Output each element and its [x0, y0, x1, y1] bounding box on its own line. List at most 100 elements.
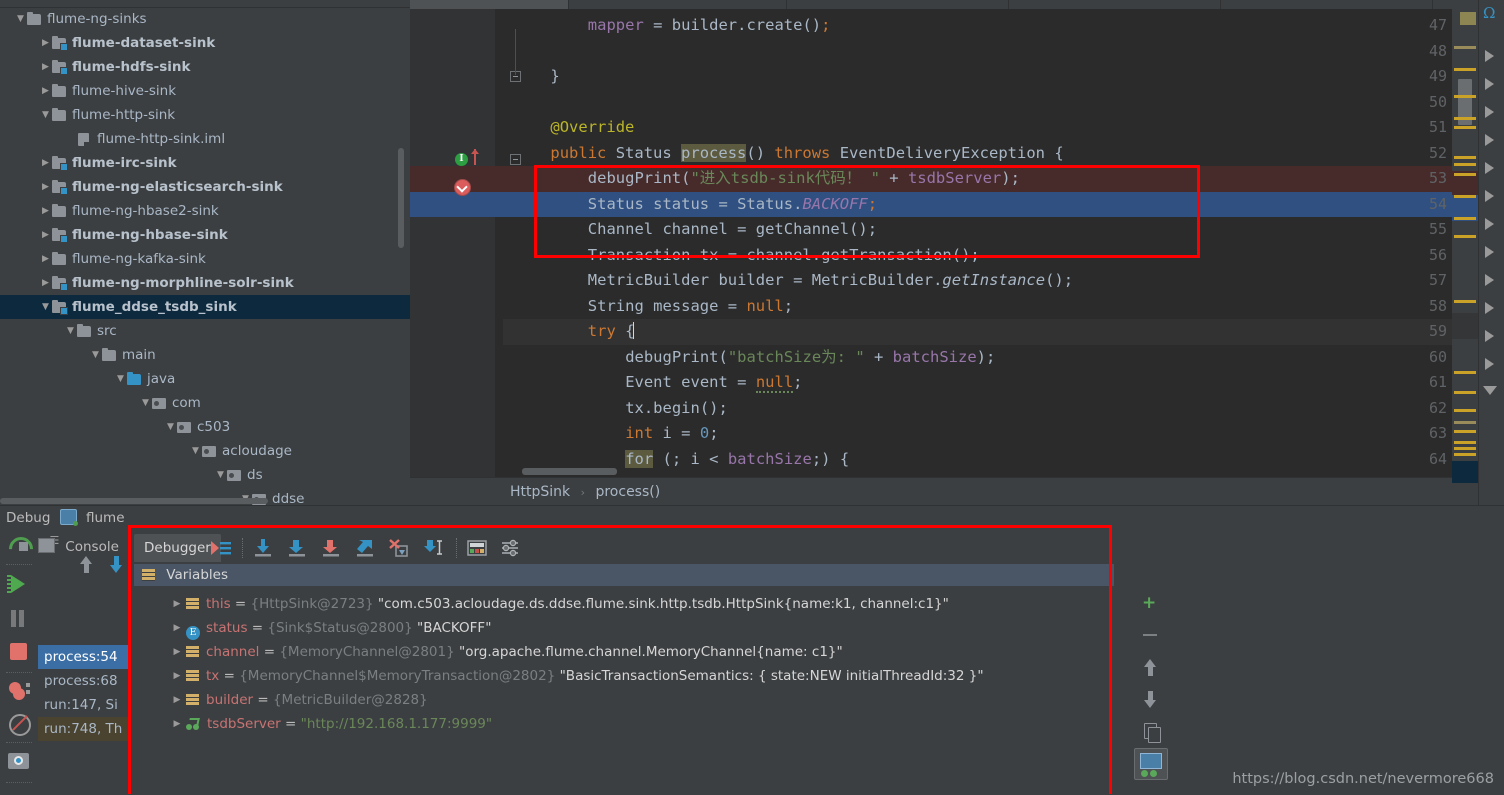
- expand-chevron-icon[interactable]: ▶: [168, 640, 186, 664]
- stripe-marker[interactable]: [1454, 46, 1476, 49]
- tree-item[interactable]: ▼ c503: [0, 415, 410, 439]
- tree-item[interactable]: ▼ flume-http-sink: [0, 103, 410, 127]
- editor-tab[interactable]: [1008, 0, 1221, 9]
- tree-item[interactable]: ▶ flume-dataset-sink: [0, 31, 410, 55]
- variable-row[interactable]: ▶ channel = {MemoryChannel@2801} "org.apa…: [168, 640, 843, 664]
- tree-item[interactable]: ▼ ds: [0, 463, 410, 487]
- chevron-right-icon[interactable]: ▶: [39, 79, 52, 103]
- frame-down-icon[interactable]: [110, 565, 122, 573]
- rerun-button[interactable]: [4, 532, 38, 566]
- collapse-arrow-icon[interactable]: [1485, 50, 1494, 62]
- code-editor[interactable]: 47 48 49 50 51 52 53 54 55 56 57 58 59 60 61 62 63 64 map…: [410, 9, 1504, 477]
- stripe-marker[interactable]: [1454, 300, 1476, 303]
- remove-watch-button[interactable]: [1138, 622, 1164, 648]
- stop-button[interactable]: [4, 638, 34, 666]
- frames-panel[interactable]: ▾☰ process:54process:68run:147, Sirun:74…: [38, 530, 158, 795]
- collapse-arrow-icon[interactable]: [1485, 218, 1494, 230]
- expand-chevron-icon[interactable]: ▶: [168, 592, 186, 616]
- inspection-status-icon[interactable]: [1460, 12, 1476, 25]
- stripe-marker[interactable]: [1454, 163, 1476, 166]
- stripe-marker[interactable]: [1454, 156, 1476, 159]
- chevron-down-icon[interactable]: ▼: [164, 415, 177, 439]
- breadcrumb-method[interactable]: process(): [595, 484, 660, 500]
- chevron-right-icon[interactable]: ▶: [39, 223, 52, 247]
- tree-horizontal-scrollbar[interactable]: [0, 498, 268, 504]
- collapse-arrow-icon[interactable]: [1485, 330, 1494, 342]
- tree-item[interactable]: ▼ java: [0, 367, 410, 391]
- collapse-arrow-icon[interactable]: [1485, 358, 1494, 370]
- code-line[interactable]: debugPrint("进入tsdb-sink代码！ " + tsdbServe…: [588, 166, 1020, 192]
- debug-tab-row[interactable]: Console Debugger: [38, 530, 1504, 564]
- chevron-right-icon[interactable]: ▶: [39, 271, 52, 295]
- stripe-marker[interactable]: [1454, 117, 1476, 120]
- mute-breakpoints-button[interactable]: [4, 710, 34, 738]
- stripe-marker[interactable]: [1454, 195, 1476, 198]
- chevron-down-icon[interactable]: ▼: [64, 319, 77, 343]
- move-watch-down-button[interactable]: [1138, 686, 1164, 712]
- expand-chevron-icon[interactable]: ▶: [168, 688, 186, 712]
- collapse-arrow-icon[interactable]: [1485, 106, 1494, 118]
- editor-tab[interactable]: [786, 0, 1009, 9]
- resume-program-button[interactable]: [4, 570, 34, 598]
- stripe-marker[interactable]: [1454, 430, 1476, 433]
- code-line[interactable]: Transaction tx = channel.getTransaction(…: [588, 243, 980, 269]
- code-line[interactable]: Event event = null;: [625, 370, 803, 396]
- move-watch-up-button[interactable]: [1138, 654, 1164, 680]
- chevron-down-icon[interactable]: ▼: [214, 463, 227, 487]
- collapse-arrow-icon[interactable]: [1485, 274, 1494, 286]
- chevron-down-icon[interactable]: ▼: [14, 7, 27, 31]
- stripe-marker[interactable]: [1454, 421, 1476, 424]
- implementing-method-icon[interactable]: I: [455, 153, 468, 166]
- collapse-arrow-icon[interactable]: [1485, 134, 1494, 146]
- stack-frame-item[interactable]: process:54: [38, 645, 130, 669]
- stack-frame-item[interactable]: run:147, Si: [38, 693, 130, 717]
- watches-toggle-button[interactable]: [1134, 748, 1168, 780]
- expand-chevron-icon[interactable]: ▶: [168, 712, 186, 736]
- code-line[interactable]: debugPrint("batchSize为: " + batchSize);: [625, 345, 995, 371]
- tree-item[interactable]: ▶ flume-hdfs-sink: [0, 55, 410, 79]
- code-line[interactable]: MetricBuilder builder = MetricBuilder.ge…: [588, 268, 1073, 294]
- code-line[interactable]: mapper = builder.create();: [588, 13, 831, 39]
- collapse-arrow-icon[interactable]: [1485, 246, 1494, 258]
- variable-row[interactable]: ▶ Estatus = {Sink$Status@2800} "BACKOFF": [168, 616, 491, 640]
- editor-gutter[interactable]: [410, 9, 495, 477]
- stripe-marker[interactable]: [1454, 453, 1476, 456]
- code-line[interactable]: Status status = Status.BACKOFF;: [588, 192, 877, 218]
- chevron-down-icon[interactable]: ▼: [139, 391, 152, 415]
- code-line[interactable]: tx.begin();: [625, 396, 728, 422]
- editor-gutter-fold-strip[interactable]: [495, 9, 503, 477]
- tree-item[interactable]: ▶ flume-hive-sink: [0, 79, 410, 103]
- chevron-right-icon[interactable]: ▶: [39, 31, 52, 55]
- tree-item[interactable]: ▶ flume-ng-kafka-sink: [0, 247, 410, 271]
- step-out-button[interactable]: [354, 538, 376, 558]
- force-step-into-button[interactable]: [320, 538, 342, 558]
- breadcrumb-class[interactable]: HttpSink: [510, 484, 570, 500]
- view-breakpoints-button[interactable]: [4, 678, 34, 706]
- collapse-arrow-icon[interactable]: [1485, 78, 1494, 90]
- copy-value-button[interactable]: [1138, 718, 1164, 744]
- chevron-down-icon[interactable]: ▼: [189, 439, 202, 463]
- editor-tab[interactable]: [1220, 0, 1433, 9]
- breakpoint-icon[interactable]: [454, 179, 471, 196]
- stripe-marker[interactable]: [1454, 447, 1476, 450]
- stripe-marker[interactable]: [1454, 441, 1476, 444]
- tree-item[interactable]: flume-http-sink.iml: [0, 127, 410, 151]
- code-line[interactable]: @Override: [550, 115, 634, 141]
- debug-configuration-name[interactable]: flume: [86, 510, 125, 526]
- chevron-right-icon[interactable]: ▶: [39, 247, 52, 271]
- chevron-right-icon[interactable]: ▶: [39, 151, 52, 175]
- chevron-down-icon[interactable]: ▼: [114, 367, 127, 391]
- tree-item[interactable]: ▶ flume-irc-sink: [0, 151, 410, 175]
- stripe-marker[interactable]: [1454, 68, 1476, 71]
- run-to-cursor-button[interactable]: [422, 538, 444, 558]
- code-line[interactable]: String message = null;: [588, 294, 793, 320]
- chevron-down-icon[interactable]: ▼: [39, 103, 52, 127]
- fold-marker-collapse-icon[interactable]: [510, 154, 521, 165]
- collapse-arrow-icon[interactable]: [1485, 302, 1494, 314]
- expand-chevron-icon[interactable]: ▶: [168, 664, 186, 688]
- stripe-marker[interactable]: [1454, 371, 1476, 374]
- stripe-marker[interactable]: [1454, 217, 1476, 220]
- tree-item[interactable]: ▼ src: [0, 319, 410, 343]
- stripe-marker[interactable]: [1454, 173, 1476, 176]
- chevron-right-icon[interactable]: ▶: [39, 199, 52, 223]
